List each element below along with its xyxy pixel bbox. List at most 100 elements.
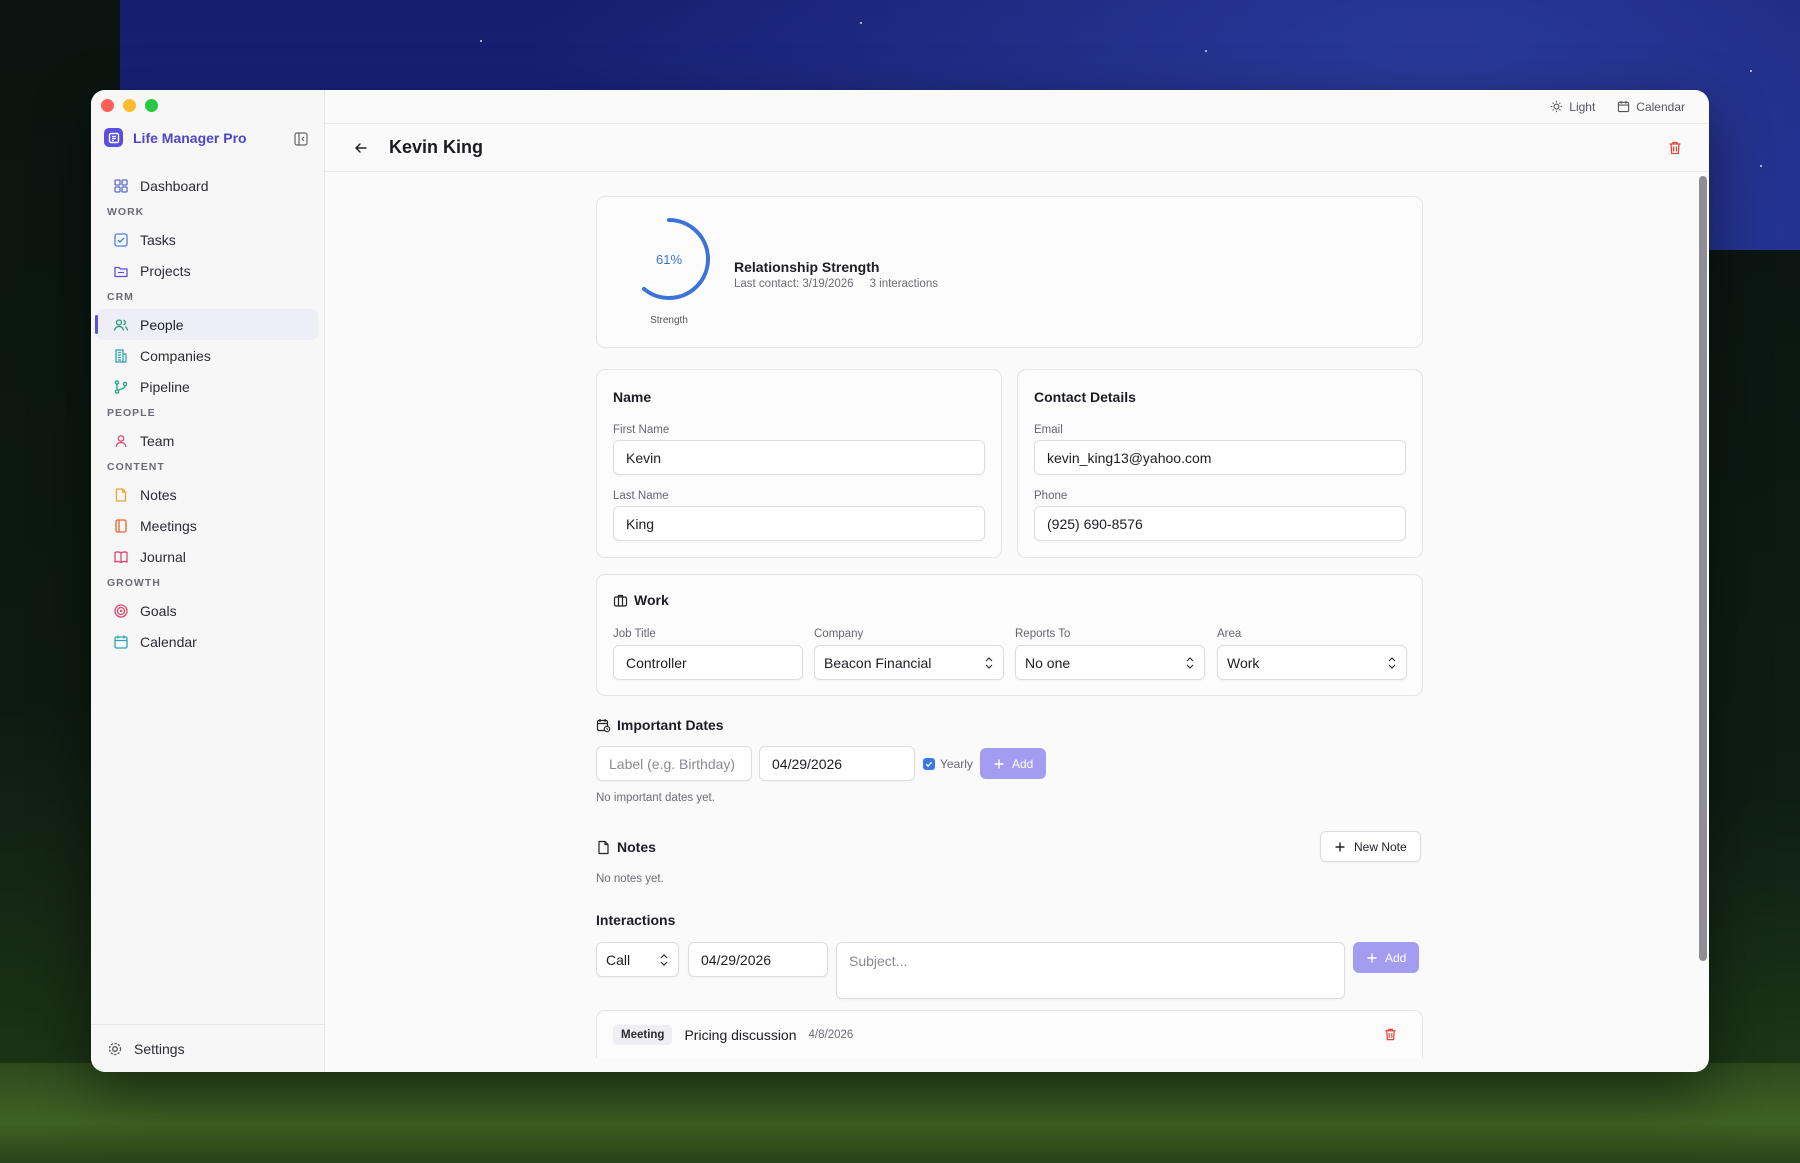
name-card: Name First Name Kevin Last Name King [596, 369, 1002, 558]
reports-to-select[interactable]: No one [1015, 645, 1205, 680]
sidebar-item-label: Pipeline [140, 378, 190, 395]
interaction-date: 4/8/2026 [808, 1028, 854, 1041]
important-date-input[interactable]: 04/29/2026 [759, 746, 915, 781]
sidebar-item-people[interactable]: People [95, 309, 318, 340]
first-name-value: Kevin [626, 449, 662, 466]
interaction-date-input[interactable]: 04/29/2026 [688, 942, 828, 977]
company-label: Company [814, 628, 864, 640]
work-card-title: Work [613, 592, 669, 608]
no-notes-text: No notes yet. [596, 873, 664, 885]
new-note-label: New Note [1354, 839, 1407, 854]
brand[interactable]: Life Manager Pro [104, 128, 247, 147]
company-select[interactable]: Beacon Financial [814, 645, 1004, 680]
calendar-icon [1618, 100, 1630, 113]
new-note-button[interactable]: New Note [1320, 831, 1421, 862]
contact-details-card: Contact Details Email kevin_king13@yahoo… [1017, 369, 1423, 558]
job-title-input[interactable]: Controller [613, 645, 803, 680]
minimize-window-button[interactable] [123, 99, 136, 112]
interactions-count: 3 interactions [869, 278, 938, 290]
phone-field[interactable]: (925) 690-8576 [1034, 506, 1406, 541]
file-icon [115, 487, 127, 502]
sidebar-item-label: Journal [140, 548, 186, 565]
sidebar-item-label: Companies [140, 347, 211, 364]
interaction-type-value: Call [606, 951, 631, 968]
sidebar-item-goals[interactable]: Goals [97, 595, 318, 626]
calendar-top-button[interactable]: Calendar [1617, 100, 1685, 114]
sidebar-item-team[interactable]: Team [97, 425, 318, 456]
theme-toggle-button[interactable]: Light [1550, 100, 1595, 114]
window-controls [101, 99, 158, 112]
sidebar-collapse-icon[interactable] [294, 132, 308, 146]
strength-percent: 61% [655, 251, 683, 267]
relationship-strength-card: 61% Strength Relationship Strength Last … [596, 196, 1423, 348]
vertical-scrollbar[interactable] [1699, 176, 1707, 961]
add-date-label: Add [1012, 756, 1034, 771]
dashboard-icon [114, 178, 128, 193]
background-star [1750, 70, 1752, 72]
strength-ring-label: Strength [650, 315, 688, 326]
check-square-icon [114, 232, 128, 247]
gear-icon [108, 1042, 122, 1055]
calendar-clock-icon [596, 718, 611, 732]
delete-interaction-trash-icon[interactable] [1383, 1027, 1398, 1042]
interaction-subject-input[interactable]: Subject... [836, 942, 1345, 999]
briefcase-icon [613, 594, 628, 607]
phone-value: (925) 690-8576 [1047, 515, 1143, 532]
book-icon [114, 550, 128, 563]
sidebar-item-companies[interactable]: Companies [97, 340, 318, 371]
add-date-button[interactable]: Add [980, 748, 1047, 779]
last-name-label: Last Name [613, 490, 669, 502]
sidebar-item-settings[interactable]: Settings [91, 1024, 324, 1072]
chevron-updown-icon [660, 954, 668, 966]
interaction-date-value: 04/29/2026 [701, 951, 772, 968]
interaction-list-item[interactable]: Meeting Pricing discussion 4/8/2026 [596, 1010, 1423, 1058]
sidebar-item-projects[interactable]: Projects [97, 255, 318, 286]
sidebar-item-label: Calendar [140, 633, 197, 650]
calendar-top-label: Calendar [1636, 99, 1685, 114]
nav-section-people: PEOPLE [107, 407, 156, 419]
sidebar-item-calendar[interactable]: Calendar [97, 626, 318, 657]
background-star [860, 22, 862, 24]
close-window-button[interactable] [101, 99, 114, 112]
sidebar-item-label: Team [140, 432, 175, 449]
area-label: Area [1217, 628, 1242, 640]
sidebar-item-journal[interactable]: Journal [97, 541, 318, 572]
back-arrow-icon[interactable] [353, 140, 369, 156]
first-name-input[interactable]: Kevin [613, 440, 985, 475]
sidebar-item-meetings[interactable]: Meetings [97, 510, 318, 541]
checkbox-checked-icon [923, 758, 935, 770]
sidebar-item-tasks[interactable]: Tasks [97, 224, 318, 255]
date-label-placeholder: Label (e.g. Birthday) [609, 755, 736, 772]
name-card-title: Name [613, 389, 652, 405]
date-label-input[interactable]: Label (e.g. Birthday) [596, 746, 752, 781]
building-icon [115, 348, 127, 363]
email-field[interactable]: kevin_king13@yahoo.com [1034, 440, 1406, 475]
maximize-window-button[interactable] [145, 99, 158, 112]
sun-icon [1551, 100, 1563, 113]
area-select[interactable]: Work [1217, 645, 1407, 680]
plus-icon [1367, 953, 1377, 962]
app-name: Life Manager Pro [133, 129, 247, 146]
sidebar-item-pipeline[interactable]: Pipeline [97, 371, 318, 402]
sidebar-item-label: Tasks [140, 231, 176, 248]
interactions-title: Interactions [596, 912, 676, 928]
background-trees-right [1705, 250, 1800, 1163]
delete-contact-trash-icon[interactable] [1667, 140, 1683, 156]
email-value: kevin_king13@yahoo.com [1047, 449, 1212, 466]
background-star [1205, 50, 1207, 52]
sidebar-item-notes[interactable]: Notes [97, 479, 318, 510]
work-card: Work Job Title Controller Company Beacon… [596, 574, 1423, 696]
last-name-input[interactable]: King [613, 506, 985, 541]
chevron-updown-icon [985, 657, 993, 669]
notes-title-text: Notes [617, 839, 656, 855]
yearly-checkbox[interactable]: Yearly [923, 757, 973, 771]
chevron-updown-icon [1388, 657, 1396, 669]
content-scroll-area[interactable]: 61% Strength Relationship Strength Last … [325, 172, 1709, 1072]
phone-label: Phone [1034, 490, 1068, 502]
add-interaction-button[interactable]: Add [1353, 942, 1420, 973]
reports-to-label: Reports To [1015, 628, 1071, 640]
sidebar-item-dashboard[interactable]: Dashboard [97, 170, 318, 201]
strength-title: Relationship Strength [734, 259, 880, 275]
interaction-type-select[interactable]: Call [596, 942, 679, 977]
theme-label: Light [1569, 99, 1596, 114]
